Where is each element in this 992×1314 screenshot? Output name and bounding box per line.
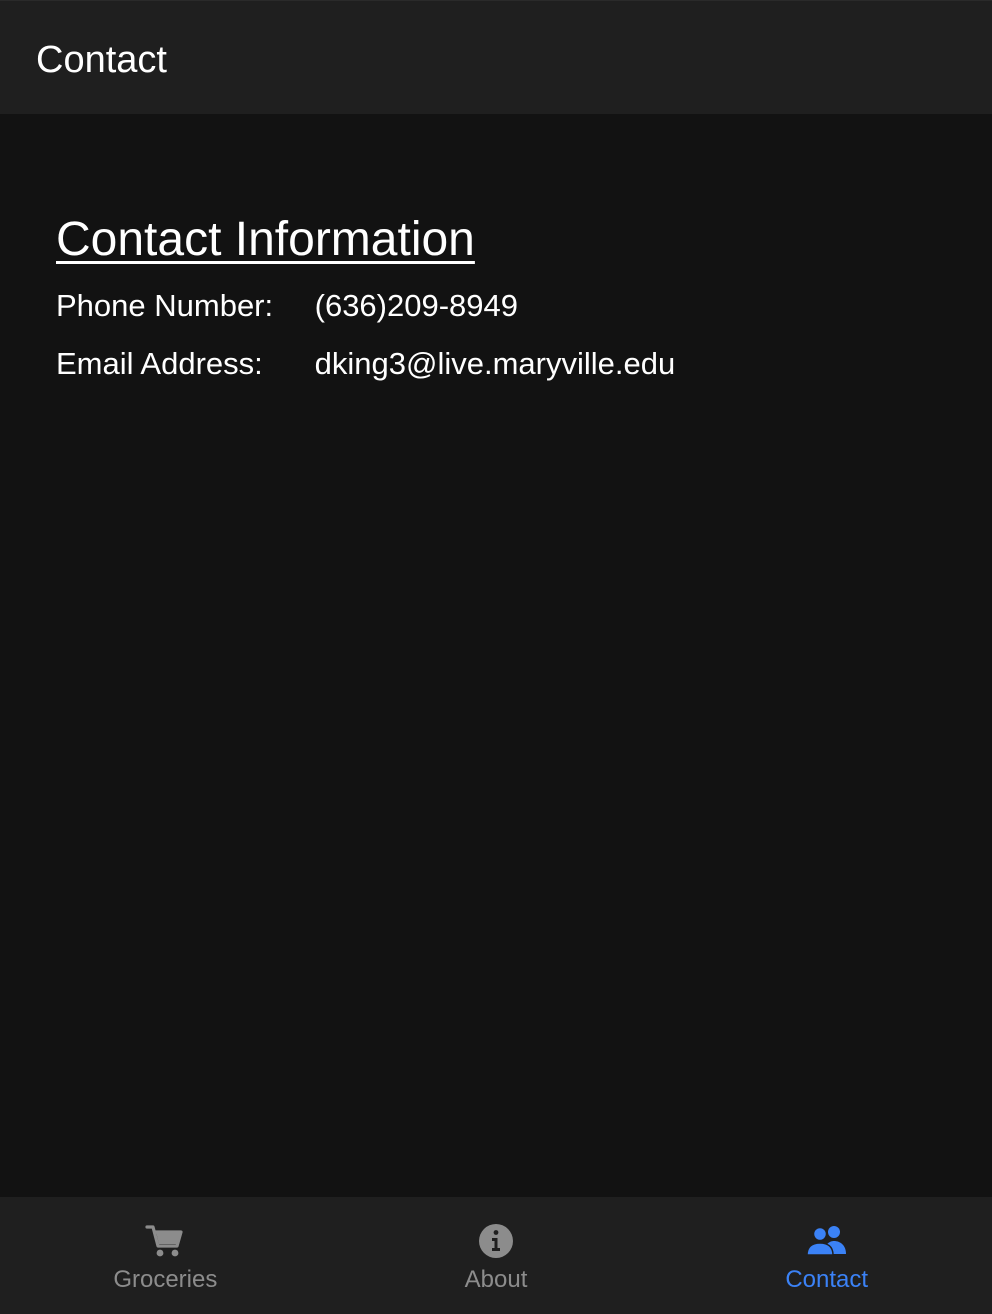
cart-icon: [145, 1225, 183, 1257]
people-icon: [806, 1226, 846, 1256]
phone-label: Phone Number:: [56, 288, 274, 323]
email-row: Email Address: dking3@live.maryville.edu: [56, 344, 675, 384]
tab-about[interactable]: About: [331, 1197, 662, 1314]
phone-value[interactable]: (636)209-8949: [315, 286, 518, 326]
tab-groceries[interactable]: Groceries: [0, 1197, 331, 1314]
contact-information-heading: Contact Information: [56, 213, 475, 266]
tab-contact-label: Contact: [785, 1266, 869, 1293]
page-title: Contact: [36, 39, 167, 81]
info-icon: [479, 1224, 513, 1258]
tab-groceries-label: Groceries: [113, 1266, 218, 1293]
email-label: Email Address:: [56, 346, 263, 381]
tab-about-label: About: [464, 1266, 528, 1293]
bottom-tab-bar: Groceries About Contact: [0, 1197, 992, 1314]
contact-content: Contact Information Phone Number: (636)2…: [0, 114, 992, 1197]
tab-contact[interactable]: Contact: [661, 1197, 992, 1314]
email-value[interactable]: dking3@live.maryville.edu: [315, 344, 676, 384]
top-toolbar: Contact: [0, 0, 992, 114]
phone-row: Phone Number: (636)209-8949: [56, 286, 518, 326]
app-window: Contact Contact Information Phone Number…: [0, 0, 992, 1314]
